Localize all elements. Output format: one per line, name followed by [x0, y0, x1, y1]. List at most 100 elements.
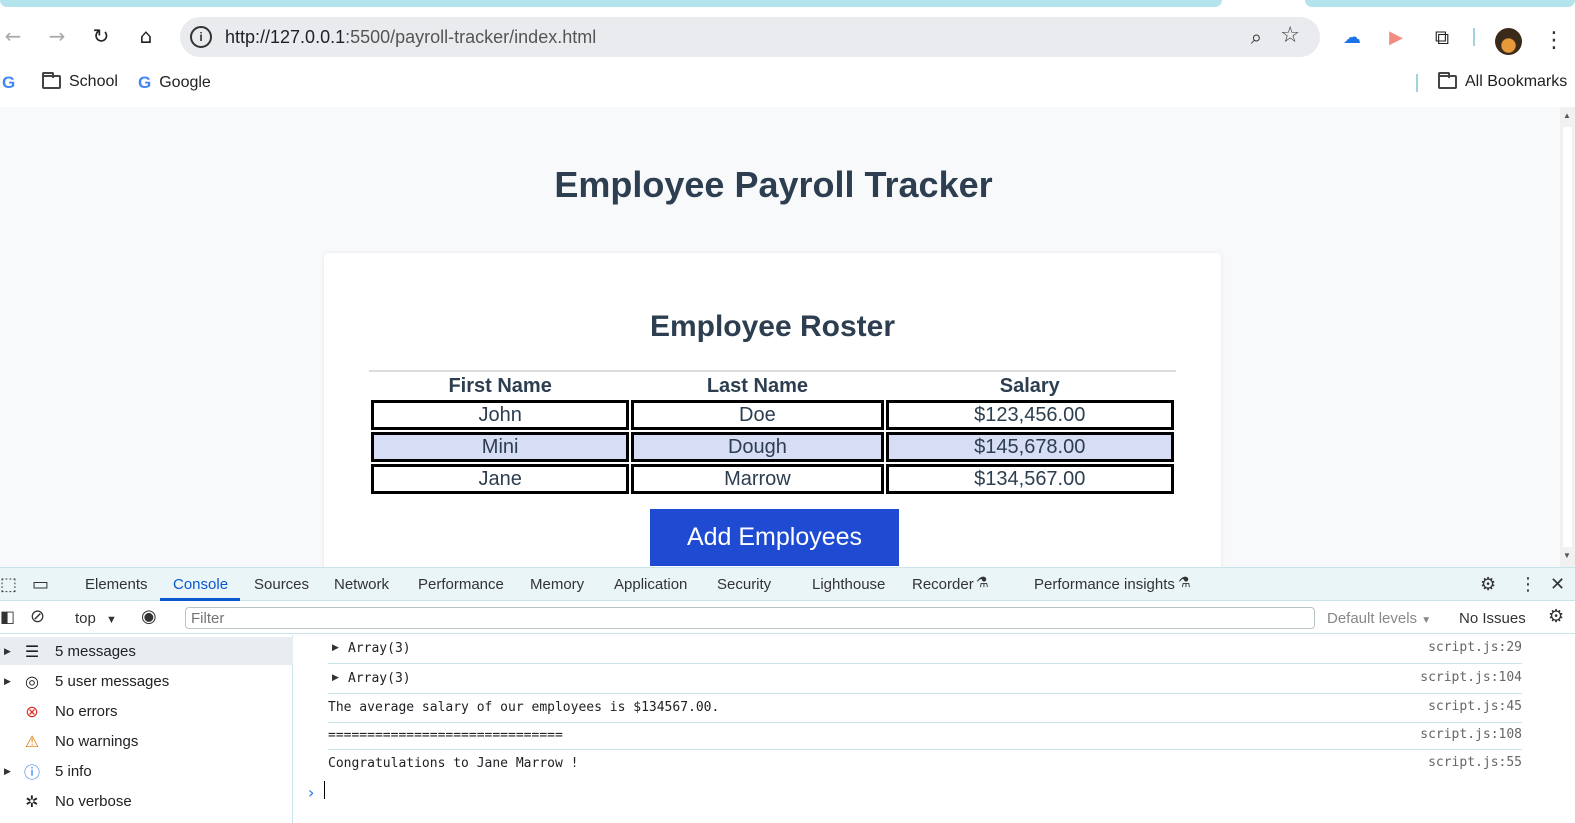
url-text[interactable]: http://127.0.0.1:5500/payroll-tracker/in…	[225, 27, 596, 48]
issues-button[interactable]: No Issues	[1459, 610, 1526, 627]
sidebar-item-errors[interactable]: ⊗ No errors	[0, 697, 293, 725]
add-employees-button[interactable]: Add Employees	[650, 509, 899, 566]
cell-first-name: John	[371, 400, 630, 430]
home-icon[interactable]: ⌂	[133, 23, 159, 49]
devtools-settings-icon[interactable]: ⚙	[1480, 574, 1496, 595]
tab-network[interactable]: Network	[334, 576, 389, 593]
tab-performance[interactable]: Performance	[418, 576, 504, 593]
console-settings-icon[interactable]: ⚙	[1548, 606, 1564, 627]
tab-application[interactable]: Application	[614, 576, 687, 593]
column-header-salary: Salary	[999, 374, 1060, 397]
tab-lighthouse[interactable]: Lighthouse	[812, 576, 885, 593]
zoom-icon[interactable]: ⌕	[1251, 25, 1262, 49]
page-scrollbar-thumb[interactable]	[1563, 127, 1572, 547]
sidebar-toggle-icon[interactable]: ◧	[0, 607, 15, 626]
bookmark-google[interactable]: G Google	[138, 73, 211, 93]
tab-console[interactable]: Console	[173, 576, 228, 593]
browser-menu-icon[interactable]: ⋮	[1543, 28, 1565, 53]
tab-memory[interactable]: Memory	[530, 576, 584, 593]
expand-triangle-icon[interactable]: ▶	[4, 646, 11, 657]
recorder-extension-icon[interactable]: ▶	[1384, 25, 1408, 49]
console-message-source[interactable]: script.js:108	[1420, 727, 1522, 742]
sidebar-item-verbose[interactable]: ✲ No verbose	[0, 787, 293, 815]
console-message-source[interactable]: script.js:104	[1420, 670, 1522, 685]
tab-security[interactable]: Security	[717, 576, 771, 593]
devtools-more-icon[interactable]: ⋮	[1519, 574, 1537, 595]
reload-icon[interactable]: ↻	[88, 23, 114, 49]
scroll-down-arrow-icon[interactable]: ▼	[1563, 551, 1571, 560]
close-icon[interactable]: ✕	[1550, 574, 1565, 595]
forward-icon[interactable]: →	[44, 23, 70, 49]
bug-icon: ✲	[25, 791, 39, 811]
eye-icon[interactable]: ◉	[141, 606, 157, 627]
expand-triangle-icon[interactable]: ▶	[4, 766, 11, 777]
console-message-source[interactable]: script.js:55	[1428, 755, 1522, 770]
column-header-last-name: Last Name	[706, 374, 808, 397]
bookmark-school-label: School	[69, 73, 118, 90]
extensions-puzzle-icon[interactable]: ⧉	[1430, 25, 1454, 49]
chevron-down-icon: ▼	[1421, 615, 1432, 626]
sidebar-item-info[interactable]: ▶ ⓘ 5 info	[0, 757, 293, 785]
sidebar-item-user-messages[interactable]: ▶ ◎ 5 user messages	[0, 667, 293, 695]
address-bar[interactable]: i http://127.0.0.1:5500/payroll-tracker/…	[180, 17, 1320, 57]
inspect-element-icon[interactable]: ⬚	[0, 574, 17, 595]
info-icon: ⓘ	[23, 763, 40, 782]
google-bookmark-first[interactable]: G	[2, 73, 15, 93]
sidebar-item-warnings[interactable]: ⚠ No warnings	[0, 727, 293, 755]
expand-triangle-icon[interactable]: ▶	[332, 643, 339, 653]
console-input-caret[interactable]	[324, 781, 325, 799]
site-info-icon[interactable]: i	[190, 26, 212, 48]
console-filter-bar: ◧ ⊘ top ▼ ◉ Default levels ▼ No Issues ⚙	[0, 602, 1575, 634]
devtools-tab-bar: ⬚ ▭ Elements Console Sources Network Per…	[0, 568, 1575, 601]
tab-recorder[interactable]: Recorder	[912, 576, 974, 593]
sidebar-item-messages[interactable]: ▶ ☰ 5 messages	[0, 637, 293, 665]
tab-elements[interactable]: Elements	[85, 576, 148, 593]
cell-salary: $123,456.00	[885, 400, 1174, 430]
cell-first-name: Mini	[371, 432, 630, 462]
expand-triangle-icon[interactable]: ▶	[4, 676, 11, 687]
inactive-tab-edge[interactable]	[1305, 0, 1575, 7]
back-icon[interactable]: ←	[0, 23, 26, 49]
bookmark-star-icon[interactable]: ☆	[1280, 23, 1300, 48]
console-scrollbar[interactable]	[1560, 635, 1575, 823]
context-selector[interactable]: top ▼	[75, 610, 117, 627]
bookmark-google-label: Google	[159, 74, 211, 91]
all-bookmarks[interactable]: All Bookmarks	[1438, 72, 1567, 91]
cell-first-name: Jane	[371, 464, 630, 494]
experiment-flask-icon: ⚗	[1178, 575, 1191, 591]
expand-triangle-icon[interactable]: ▶	[332, 673, 339, 683]
filter-input[interactable]	[185, 607, 1315, 629]
console-output: ▶ Array(3) script.js:29 ▶ Array(3) scrip…	[294, 635, 1560, 823]
column-header-first-name: First Name	[448, 374, 552, 397]
console-message[interactable]: Congratulations to Jane Marrow ! script.…	[328, 750, 1522, 778]
console-message-source[interactable]: script.js:29	[1428, 640, 1522, 655]
scroll-up-arrow-icon[interactable]: ▲	[1563, 111, 1571, 120]
console-message-source[interactable]: script.js:45	[1428, 699, 1522, 714]
sidebar-item-label: No warnings	[55, 732, 139, 750]
console-message[interactable]: ▶ Array(3) script.js:104	[328, 665, 1522, 694]
error-icon: ⊗	[25, 701, 39, 721]
cell-last-name: Marrow	[631, 464, 884, 494]
tab-strip	[0, 0, 1575, 7]
console-message-text: Congratulations to Jane Marrow !	[328, 756, 579, 771]
cell-last-name: Dough	[631, 432, 884, 462]
active-tab-edge[interactable]	[0, 0, 1222, 7]
bookmark-school[interactable]: School	[42, 72, 118, 91]
clear-console-icon[interactable]: ⊘	[30, 606, 45, 627]
bookmarks-bar: G School G Google All Bookmarks	[0, 65, 1575, 100]
profile-avatar[interactable]	[1495, 28, 1522, 55]
device-toolbar-icon[interactable]: ▭	[32, 574, 49, 595]
cloud-extension-icon[interactable]: ☁	[1340, 25, 1364, 49]
console-message[interactable]: ▶ Array(3) script.js:29	[328, 635, 1522, 664]
cell-salary: $134,567.00	[885, 464, 1174, 494]
tab-performance-insights[interactable]: Performance insights	[1034, 576, 1175, 593]
sidebar-item-label: 5 info	[55, 762, 92, 780]
active-tab-indicator	[160, 598, 240, 601]
roster-title: Employee Roster	[649, 310, 896, 343]
default-levels-dropdown[interactable]: Default levels ▼	[1327, 610, 1431, 627]
console-message[interactable]: ============================== script.js…	[328, 722, 1522, 750]
console-message[interactable]: The average salary of our employees is $…	[328, 694, 1522, 723]
page-scrollbar[interactable]: ▲ ▼	[1560, 107, 1575, 567]
tab-sources[interactable]: Sources	[254, 576, 309, 593]
table-row: Mini Dough $145,678.00	[371, 432, 1174, 462]
